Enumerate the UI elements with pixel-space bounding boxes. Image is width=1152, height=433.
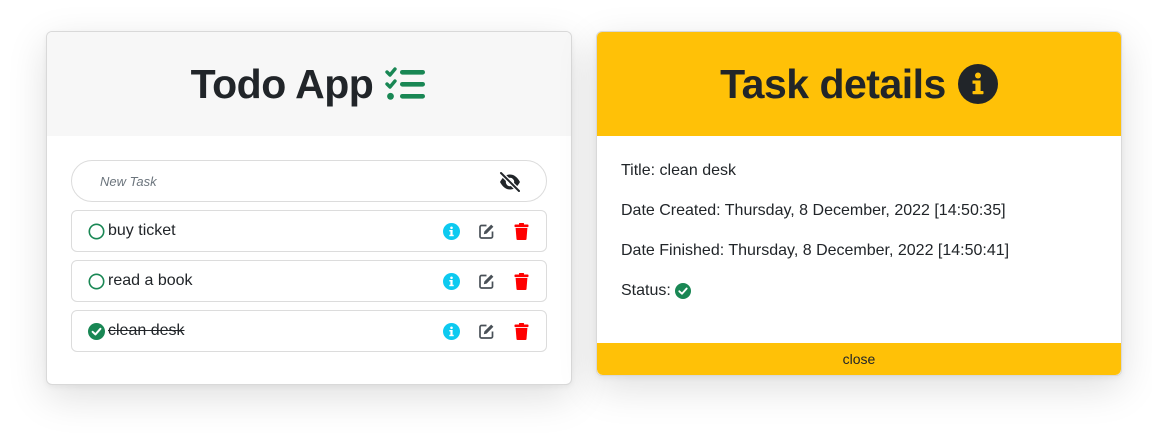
edit-icon[interactable] <box>477 271 495 291</box>
edit-icon[interactable] <box>477 321 495 341</box>
detail-status-line: Status: <box>621 282 1097 322</box>
task-item: buy ticket <box>71 210 547 252</box>
task-actions <box>442 271 530 291</box>
task-actions <box>442 321 530 341</box>
close-button[interactable]: close <box>597 343 1121 375</box>
trash-icon[interactable] <box>512 221 530 241</box>
todo-card: Todo App New Task buy ticket read a book… <box>46 31 572 385</box>
details-header: Task details <box>597 32 1121 136</box>
new-task-input[interactable] <box>100 173 480 189</box>
check-circle-icon <box>674 283 691 299</box>
check-circle-icon[interactable] <box>88 322 105 340</box>
todo-body: buy ticket read a book <box>47 136 571 352</box>
todo-header: Todo App <box>47 32 571 136</box>
info-circle-icon[interactable] <box>442 271 460 291</box>
task-label: read a book <box>108 272 193 289</box>
list-check-icon <box>385 67 427 101</box>
info-circle-icon <box>957 64 998 104</box>
status-label: Status: <box>621 282 671 299</box>
new-task-field <box>71 160 547 202</box>
detail-created-line: Date Created: Thursday, 8 December, 2022… <box>621 202 1006 219</box>
info-circle-icon[interactable] <box>442 221 460 241</box>
detail-title-line: Title: clean desk <box>621 162 737 179</box>
task-actions <box>442 221 530 241</box>
task-item: read a book <box>71 260 547 302</box>
eye-slash-icon[interactable] <box>498 170 522 194</box>
detail-finished-line: Date Finished: Thursday, 8 December, 202… <box>621 242 1010 259</box>
task-label: clean desk <box>108 322 185 339</box>
task-label: buy ticket <box>108 222 176 239</box>
trash-icon[interactable] <box>512 321 530 341</box>
circle-icon[interactable] <box>88 223 105 240</box>
details-title: Task details <box>720 60 946 107</box>
trash-icon[interactable] <box>512 271 530 291</box>
todo-title: Todo App <box>190 60 374 107</box>
info-circle-icon[interactable] <box>442 321 460 341</box>
edit-icon[interactable] <box>477 221 495 241</box>
task-item: clean desk <box>71 310 547 352</box>
circle-icon[interactable] <box>88 273 105 290</box>
task-details-card: Task details Title: clean desk Date Crea… <box>596 31 1122 376</box>
details-body: Title: clean desk Date Created: Thursday… <box>597 136 1121 322</box>
